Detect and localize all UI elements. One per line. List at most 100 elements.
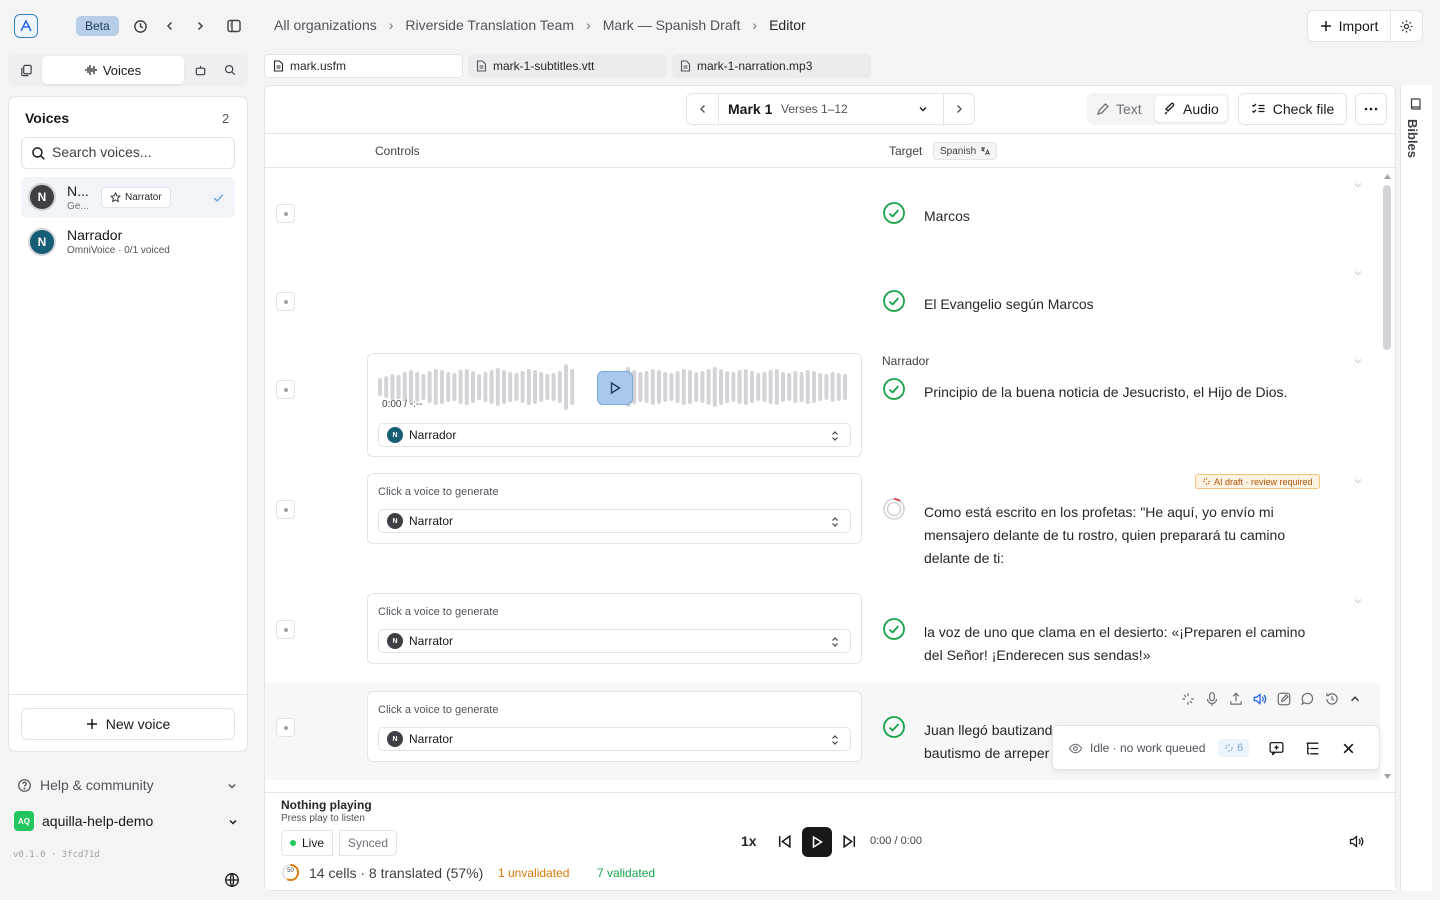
breadcrumb-team[interactable]: Riverside Translation Team bbox=[405, 17, 574, 33]
target-text-line[interactable]: Juan llegó bautizand bbox=[924, 719, 1052, 742]
validated-check-icon[interactable] bbox=[882, 289, 906, 313]
files-tab-icon[interactable] bbox=[18, 63, 34, 77]
voice-select[interactable]: N Narrator bbox=[378, 509, 851, 533]
next-chapter-button[interactable] bbox=[943, 94, 974, 124]
chevron-down-icon[interactable] bbox=[1352, 267, 1364, 279]
chevron-up-icon[interactable] bbox=[1348, 692, 1362, 706]
voice-search-box[interactable] bbox=[21, 137, 235, 169]
row-handle[interactable] bbox=[276, 500, 295, 519]
validated-check-icon[interactable] bbox=[882, 715, 906, 739]
pending-status-icon[interactable] bbox=[882, 497, 906, 521]
audio-play-button[interactable] bbox=[597, 371, 633, 405]
list-tree-icon[interactable] bbox=[1304, 740, 1321, 757]
row-handle[interactable] bbox=[276, 620, 295, 639]
ai-draft-badge: AI draft · review required bbox=[1195, 474, 1320, 489]
target-text-line[interactable]: bautismo de arreper bbox=[924, 742, 1049, 765]
new-voice-button[interactable]: New voice bbox=[21, 708, 235, 740]
row-handle[interactable] bbox=[276, 380, 295, 399]
bibles-rail[interactable]: Bibles bbox=[1400, 85, 1432, 891]
chevron-down-icon[interactable] bbox=[1352, 355, 1364, 367]
validated-count[interactable]: 7 validated bbox=[597, 866, 655, 880]
robot-tab-icon[interactable] bbox=[192, 63, 208, 77]
voice-select[interactable]: N Narrator bbox=[378, 727, 851, 751]
close-icon[interactable] bbox=[1342, 742, 1355, 755]
chevron-left-icon bbox=[699, 105, 705, 113]
back-icon[interactable] bbox=[160, 16, 180, 36]
progress-ring-label: 50 bbox=[287, 868, 294, 874]
scroll-down-icon[interactable] bbox=[1383, 773, 1392, 780]
voice-select[interactable]: N Narrator bbox=[378, 629, 851, 653]
row-handle[interactable] bbox=[276, 718, 295, 737]
check-file-button[interactable]: Check file bbox=[1238, 93, 1347, 125]
validated-check-icon[interactable] bbox=[882, 617, 906, 641]
mode-live-button[interactable]: Live bbox=[281, 830, 334, 856]
org-switcher[interactable]: AQ aquilla-help-demo bbox=[14, 811, 242, 833]
target-text[interactable]: El Evangelio según Marcos bbox=[924, 293, 1094, 316]
edit-icon[interactable] bbox=[1276, 691, 1292, 707]
unvalidated-count[interactable]: 1 unvalidated bbox=[498, 866, 569, 880]
target-text[interactable]: Marcos bbox=[924, 205, 970, 228]
more-options-button[interactable] bbox=[1355, 93, 1387, 125]
skip-forward-icon[interactable] bbox=[842, 834, 857, 849]
breadcrumb-all-orgs[interactable]: All organizations bbox=[274, 17, 377, 33]
import-button[interactable]: Import bbox=[1307, 10, 1391, 42]
plus-icon bbox=[86, 719, 97, 729]
now-playing-subtitle: Press play to listen bbox=[281, 813, 365, 824]
target-text[interactable]: Principio de la buena noticia de Jesucri… bbox=[924, 381, 1364, 404]
skip-back-icon[interactable] bbox=[777, 834, 792, 849]
speaker-icon[interactable] bbox=[1252, 691, 1268, 707]
mode-synced-button[interactable]: Synced bbox=[339, 830, 398, 856]
search-input[interactable] bbox=[52, 144, 227, 160]
waveform-bar bbox=[836, 373, 841, 401]
help-community-row[interactable]: Help & community bbox=[17, 776, 241, 796]
main-play-button[interactable] bbox=[802, 827, 832, 857]
breadcrumb-project[interactable]: Mark — Spanish Draft bbox=[603, 17, 741, 33]
comment-icon[interactable] bbox=[1300, 691, 1316, 707]
target-text[interactable]: la voz de uno que clama en el desierto: … bbox=[924, 621, 1324, 667]
microphone-icon[interactable] bbox=[1204, 691, 1220, 707]
globe-icon[interactable] bbox=[223, 871, 241, 889]
waveform-bar bbox=[781, 372, 785, 402]
voice-select[interactable]: N Narrador bbox=[378, 423, 851, 447]
waveform-bar bbox=[805, 370, 810, 404]
mode-audio-button[interactable]: Audio bbox=[1155, 96, 1227, 122]
volume-icon[interactable] bbox=[1349, 834, 1365, 849]
chapter-select[interactable]: Mark 1 Verses 1–12 bbox=[719, 94, 943, 124]
file-tab-vtt[interactable]: mark-1-subtitles.vtt bbox=[468, 54, 667, 78]
app-logo[interactable] bbox=[14, 14, 38, 38]
search-tab-icon[interactable] bbox=[222, 63, 238, 77]
validated-check-icon[interactable] bbox=[882, 377, 906, 401]
scroll-up-icon[interactable] bbox=[1383, 173, 1392, 180]
forward-icon[interactable] bbox=[190, 16, 210, 36]
tab-voices[interactable]: Voices bbox=[42, 56, 184, 84]
playback-speed[interactable]: 1x bbox=[741, 833, 757, 849]
scrollbar[interactable] bbox=[1383, 185, 1391, 350]
waveform-bar bbox=[489, 370, 494, 404]
waveform-bar bbox=[520, 371, 525, 403]
player-time: 0:00 / 0:00 bbox=[870, 835, 922, 847]
chevron-down-icon[interactable] bbox=[1352, 179, 1364, 191]
validated-check-icon[interactable] bbox=[882, 201, 906, 225]
gear-icon bbox=[1400, 19, 1413, 33]
history-icon[interactable] bbox=[130, 16, 150, 36]
row-handle[interactable] bbox=[276, 292, 295, 311]
file-tab-usfm[interactable]: mark.usfm bbox=[264, 54, 463, 78]
chevron-down-icon[interactable] bbox=[1352, 595, 1364, 607]
row-handle[interactable] bbox=[276, 204, 295, 223]
toggle-sidebar-icon[interactable] bbox=[224, 16, 244, 36]
waveform-bar bbox=[737, 370, 742, 404]
history-icon[interactable] bbox=[1324, 691, 1340, 707]
narrator-tag[interactable]: Narrator bbox=[101, 187, 171, 208]
chevron-down-icon[interactable] bbox=[1352, 475, 1364, 487]
mode-text-button[interactable]: Text bbox=[1096, 100, 1142, 118]
target-language-badge[interactable]: Spanish bbox=[933, 142, 998, 160]
waveform-bar bbox=[477, 374, 482, 400]
waveform-bar bbox=[675, 371, 680, 403]
settings-button[interactable] bbox=[1390, 10, 1423, 42]
prev-chapter-button[interactable] bbox=[687, 94, 719, 124]
upload-icon[interactable] bbox=[1228, 691, 1244, 707]
ai-sparkle-icon[interactable] bbox=[1180, 691, 1196, 707]
add-comment-icon[interactable] bbox=[1268, 740, 1285, 757]
file-tab-mp3[interactable]: mark-1-narration.mp3 bbox=[672, 54, 871, 78]
target-text[interactable]: Como está escrito en los profetas: "He a… bbox=[924, 501, 1314, 570]
